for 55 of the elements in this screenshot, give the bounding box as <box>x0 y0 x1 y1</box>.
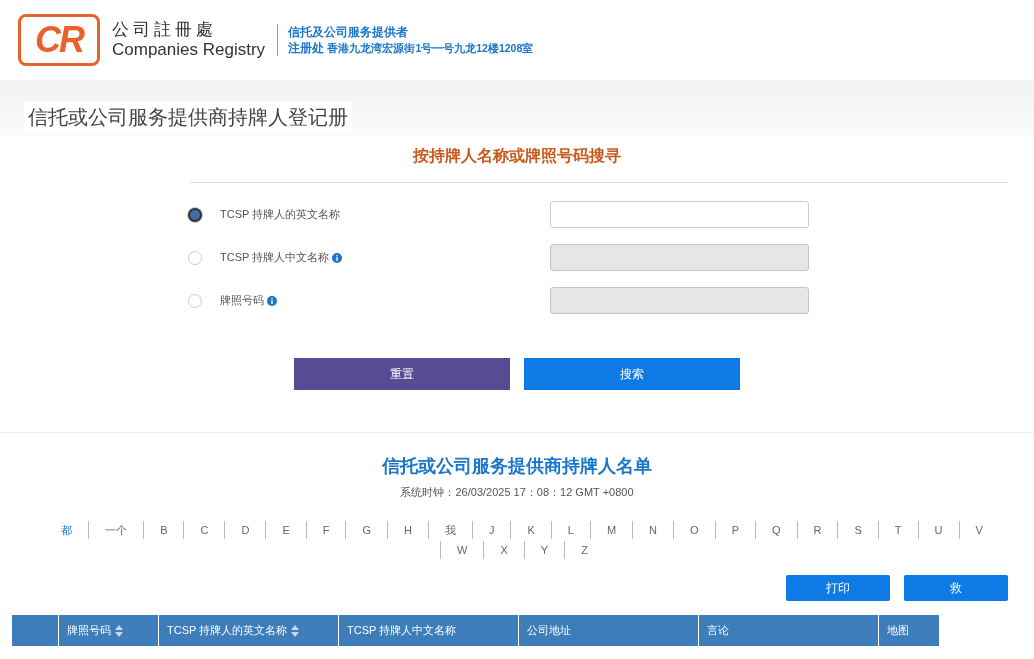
logo-name: 公司註冊處 <box>112 19 218 40</box>
column-header[interactable]: 公司地址 <box>518 614 699 646</box>
letter-filter[interactable]: G <box>345 520 387 539</box>
option-label: 牌照号码 <box>220 293 264 309</box>
search-button[interactable]: 搜索 <box>524 358 740 390</box>
print-button[interactable]: 打印 <box>786 574 890 601</box>
option-label: TCSP 持牌人的英文名称 <box>220 207 341 223</box>
letter-filter[interactable]: B <box>143 520 184 539</box>
letter-filter[interactable]: U <box>917 520 959 539</box>
letter-filter[interactable]: F <box>305 520 346 539</box>
radio-button[interactable] <box>188 207 202 222</box>
table-header <box>11 614 59 646</box>
letter-filter[interactable]: X <box>483 540 524 559</box>
letter-filter[interactable]: L <box>550 520 590 539</box>
column-header[interactable]: 牌照号码 <box>58 614 159 646</box>
letter-filter[interactable]: E <box>265 520 306 539</box>
letter-filter[interactable]: K <box>510 520 551 539</box>
service-title: 信托及公司服务提供者 <box>288 23 410 40</box>
search-heading: 按持牌人名称或牌照号码搜寻 <box>411 146 622 166</box>
letter-filter[interactable]: D <box>224 520 266 539</box>
letter-filter[interactable]: C <box>183 520 225 539</box>
letter-filter[interactable]: V <box>958 520 999 539</box>
letter-filter[interactable]: 我 <box>427 520 472 539</box>
letter-filter[interactable]: W <box>440 540 484 559</box>
page-title: 信托或公司服务提供商持牌人登记册 <box>24 102 352 132</box>
column-header[interactable]: TCSP 持牌人的英文名称 <box>158 614 339 646</box>
letter-filter[interactable]: Y <box>523 540 565 559</box>
letter-filter[interactable]: H <box>387 520 428 539</box>
letter-filter[interactable]: S <box>837 520 878 539</box>
save-button[interactable]: 救 <box>904 574 1008 601</box>
sort-icon[interactable] <box>291 624 300 637</box>
reset-button[interactable]: 重置 <box>294 358 510 390</box>
registry-label: 注册处 <box>288 41 325 55</box>
system-clock: 系统时钟：26/03/2025 17：08：12 GMT +0800 <box>399 485 635 500</box>
registry-address: 香港九龙湾宏源街1号一号九龙12楼1208室 <box>327 42 534 54</box>
letter-filter[interactable]: Z <box>564 540 604 559</box>
logo-name: Companies Registry <box>112 40 266 61</box>
letter-filter[interactable]: T <box>877 520 918 539</box>
letter-filter[interactable]: N <box>632 520 674 539</box>
input-field[interactable] <box>550 201 809 228</box>
letter-filter[interactable]: P <box>714 520 755 539</box>
letter-filter[interactable]: J <box>471 520 511 539</box>
letter-filter[interactable]: Q <box>754 520 797 539</box>
letter-filter[interactable]: O <box>673 520 715 539</box>
letter-filter[interactable]: R <box>796 520 838 539</box>
letter-filter[interactable]: 一个 <box>88 520 144 539</box>
letter-filter[interactable]: 都 <box>45 520 89 539</box>
letter-filter[interactable]: M <box>589 520 633 539</box>
sort-icon[interactable] <box>115 624 123 637</box>
list-heading: 信托或公司服务提供商持牌人名单 <box>380 455 653 478</box>
column-header[interactable]: TCSP 持牌人中文名称 <box>338 614 519 646</box>
option-label: TCSP 持牌人中文名称 <box>220 250 330 266</box>
column-header[interactable]: 言论 <box>698 614 879 646</box>
column-header[interactable]: 地图 <box>878 614 939 646</box>
logo: CR <box>18 14 100 66</box>
